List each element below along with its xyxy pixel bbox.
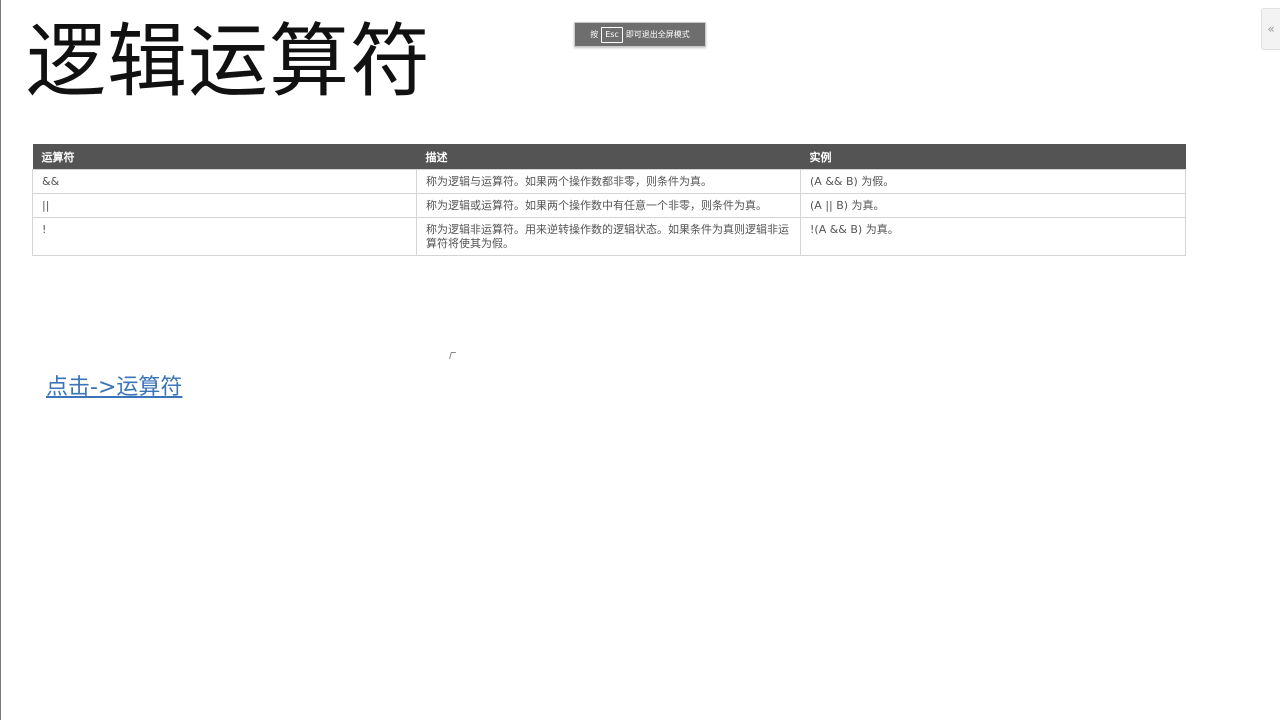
double-chevron-left-icon: « xyxy=(1267,22,1275,36)
esc-key-badge: Esc xyxy=(601,26,623,43)
side-panel-toggle[interactable]: « xyxy=(1261,8,1280,50)
header-operator: 运算符 xyxy=(32,144,417,170)
cell-operator: || xyxy=(32,193,417,218)
table-row: ! 称为逻辑非运算符。用来逆转操作数的逻辑状态。如果条件为真则逻辑非运算符将使其… xyxy=(32,217,1186,256)
cell-description: 称为逻辑或运算符。如果两个操作数中有任意一个非零，则条件为真。 xyxy=(416,193,801,218)
logical-operators-table: 运算符 描述 实例 && 称为逻辑与运算符。如果两个操作数都非零，则条件为真。 … xyxy=(32,144,1186,256)
fullscreen-hint-prefix: 按 xyxy=(590,30,599,39)
window-left-border xyxy=(0,0,1,720)
cell-description: 称为逻辑非运算符。用来逆转操作数的逻辑状态。如果条件为真则逻辑非运算符将使其为假… xyxy=(416,217,801,256)
fullscreen-exit-hint: 按 Esc 即可退出全屏模式 xyxy=(574,22,706,47)
table-row: && 称为逻辑与运算符。如果两个操作数都非零，则条件为真。 (A && B) 为… xyxy=(32,169,1186,194)
cell-example: (A || B) 为真。 xyxy=(800,193,1186,218)
cell-example: !(A && B) 为真。 xyxy=(800,217,1186,256)
operators-link[interactable]: 点击->运算符 xyxy=(46,372,182,404)
cell-operator: ! xyxy=(32,217,417,256)
table-header-row: 运算符 描述 实例 xyxy=(32,144,1186,170)
table-row: || 称为逻辑或运算符。如果两个操作数中有任意一个非零，则条件为真。 (A ||… xyxy=(32,193,1186,218)
mouse-cursor-icon xyxy=(449,352,456,359)
fullscreen-hint-suffix: 即可退出全屏模式 xyxy=(625,30,690,39)
cell-example: (A && B) 为假。 xyxy=(800,169,1186,194)
header-description: 描述 xyxy=(416,144,801,170)
cell-description: 称为逻辑与运算符。如果两个操作数都非零，则条件为真。 xyxy=(416,169,801,194)
header-example: 实例 xyxy=(800,144,1186,170)
page-title: 逻辑运算符 xyxy=(26,15,431,108)
cell-operator: && xyxy=(32,169,417,194)
